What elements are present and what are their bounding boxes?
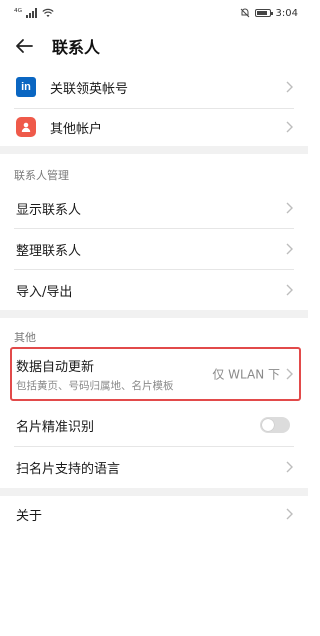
chevron-right-icon [286, 243, 293, 255]
status-bar: ⁴ᴳ 3:04 [0, 0, 308, 26]
show-contacts-row[interactable]: 显示联系人 [0, 190, 308, 226]
linkedin-account-row[interactable]: in 关联领英帐号 [0, 70, 308, 104]
chevron-right-icon [286, 368, 293, 380]
card-recognition-row: 名片精准识别 [0, 406, 308, 444]
organize-contacts-label: 整理联系人 [16, 243, 82, 259]
divider [14, 446, 294, 447]
chevron-right-icon [286, 81, 293, 93]
card-languages-row[interactable]: 扫名片支持的语言 [0, 448, 308, 486]
person-account-icon [16, 117, 36, 137]
card-recognition-label: 名片精准识别 [16, 419, 95, 435]
other-accounts-label: 其他帐户 [50, 121, 103, 137]
signal-bars-icon [26, 8, 37, 18]
linkedin-account-label: 关联领英帐号 [50, 81, 129, 97]
divider [14, 228, 294, 229]
chevron-right-icon [286, 202, 293, 214]
section-gap [0, 310, 308, 318]
auto-update-value: 仅 WLAN 下 [212, 367, 280, 382]
other-section-header: 其他 [14, 331, 36, 344]
chevron-right-icon [286, 121, 293, 133]
auto-update-row[interactable]: 数据自动更新 包括黄页、号码归属地、名片模板 仅 WLAN 下 [0, 349, 308, 399]
section-gap [0, 488, 308, 496]
divider [14, 269, 294, 270]
organize-contacts-row[interactable]: 整理联系人 [0, 231, 308, 267]
section-gap [0, 146, 308, 154]
signal-icon: ⁴ᴳ [14, 8, 22, 18]
other-accounts-row[interactable]: 其他帐户 [0, 110, 308, 144]
import-export-row[interactable]: 导入/导出 [0, 272, 308, 308]
card-recognition-toggle[interactable] [260, 417, 290, 433]
linkedin-icon: in [16, 77, 36, 97]
auto-update-label: 数据自动更新 [16, 359, 95, 375]
auto-update-sublabel: 包括黄页、号码归属地、名片模板 [16, 379, 174, 392]
chevron-right-icon [286, 508, 293, 520]
chevron-right-icon [286, 284, 293, 296]
divider [14, 108, 294, 109]
battery-icon [254, 9, 273, 17]
wifi-icon [42, 8, 54, 17]
auto-update-text: 数据自动更新 包括黄页、号码归属地、名片模板 [16, 356, 174, 393]
toggle-knob [262, 419, 274, 431]
import-export-label: 导入/导出 [16, 284, 73, 300]
page-title: 联系人 [52, 38, 101, 57]
chevron-right-icon [286, 461, 293, 473]
back-arrow-icon[interactable] [14, 36, 34, 56]
app-bar: 联系人 [0, 26, 308, 66]
about-label: 关于 [16, 508, 43, 524]
status-time: 3:04 [275, 7, 298, 19]
about-row[interactable]: 关于 [0, 496, 308, 532]
mute-bell-icon [240, 8, 249, 18]
show-contacts-label: 显示联系人 [16, 202, 82, 218]
contacts-management-header: 联系人管理 [14, 169, 69, 182]
card-languages-label: 扫名片支持的语言 [16, 461, 121, 477]
